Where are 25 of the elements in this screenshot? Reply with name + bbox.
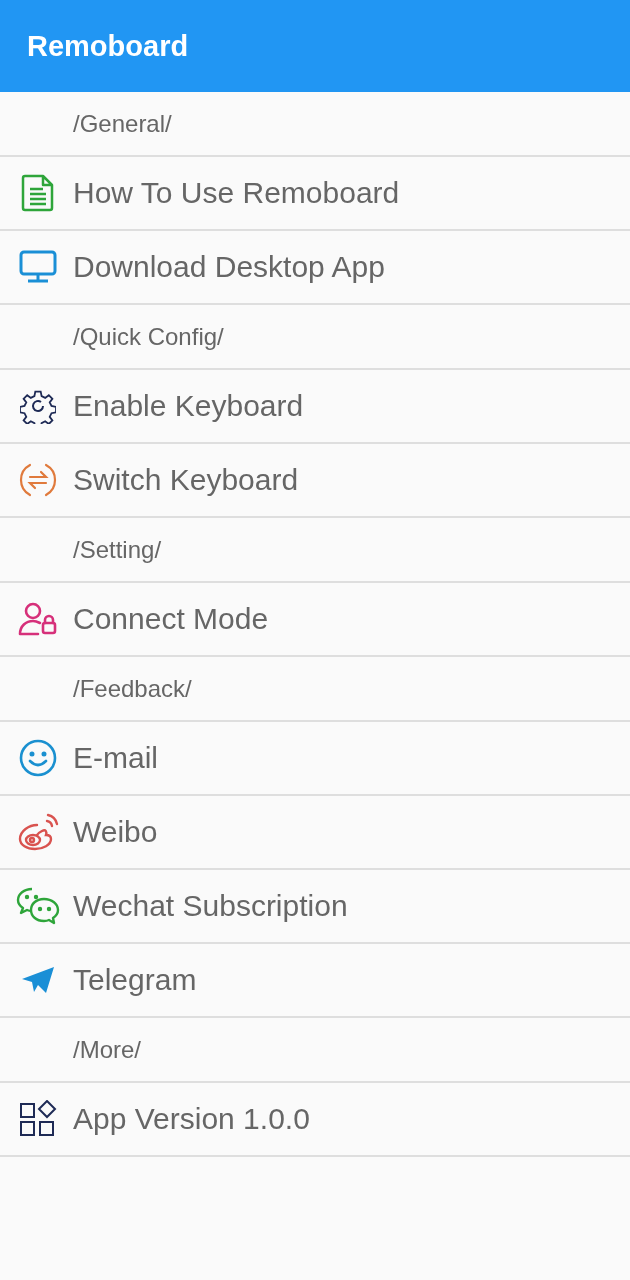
menu-item[interactable]: Enable Keyboard [0,370,630,444]
user-lock-icon [18,601,58,637]
menu-item[interactable]: Telegram [0,944,630,1018]
settings-icon [20,388,56,424]
menu-item[interactable]: Connect Mode [0,583,630,657]
menu-item[interactable]: Wechat Subscription [0,870,630,944]
app-title: Remoboard [27,29,189,63]
menu-item[interactable]: Weibo [0,796,630,870]
menu-item[interactable]: Switch Keyboard [0,444,630,518]
apps-icon [19,1100,57,1138]
section-header: /Setting/ [73,535,162,564]
monitor-icon [19,250,57,284]
weibo-icon [17,813,59,851]
menu-item[interactable]: How To Use Remoboard [0,157,630,231]
smiley-icon [18,738,58,778]
document-icon [21,174,55,212]
section-header: /Quick Config/ [73,322,224,351]
chat-icon [16,887,60,925]
section-header: /General/ [73,109,172,138]
menu-item[interactable]: E-mail [0,722,630,796]
paper-plane-icon [20,965,56,995]
section-header: /Feedback/ [73,674,192,703]
section-header: /More/ [73,1035,141,1064]
menu-item[interactable]: Download Desktop App [0,231,630,305]
menu-item[interactable]: App Version 1.0.0 [0,1083,630,1157]
